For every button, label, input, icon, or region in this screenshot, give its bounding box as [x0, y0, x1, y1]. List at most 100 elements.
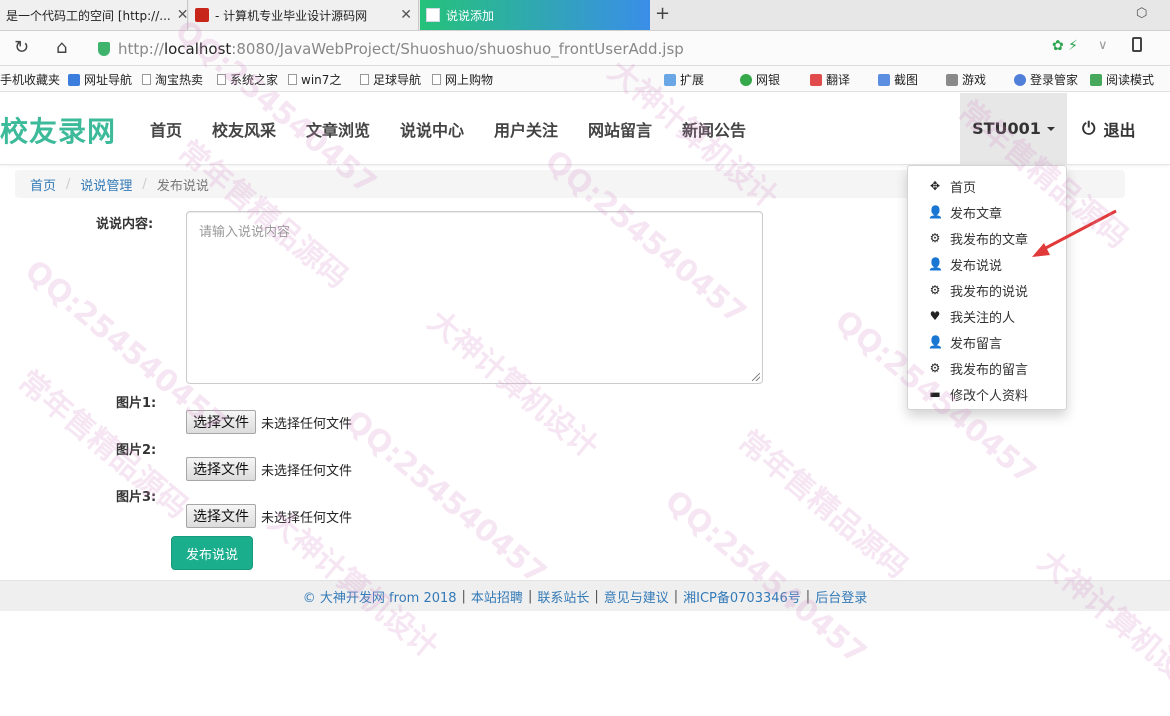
bank-icon [740, 73, 752, 86]
site-logo[interactable]: 校友录网 [0, 110, 116, 150]
site-footer: © 大神开发网 from 2018 | 本站招聘 | 联系站长 | 意见与建议 … [0, 580, 1170, 611]
tab-title: 说说添加 [446, 8, 495, 23]
page-favicon-icon [426, 8, 440, 22]
dropdown-item-my-messages[interactable]: ⚙ 我发布的留言 [908, 355, 1066, 381]
resize-handle-icon[interactable] [752, 373, 760, 381]
gear-icon: ⚙ [929, 231, 941, 245]
username: STU001 [972, 119, 1041, 138]
choose-file-button[interactable]: 选择文件 [186, 457, 256, 481]
key-icon [1014, 73, 1026, 86]
bookmark-item[interactable]: win7之 [288, 71, 341, 88]
url-field[interactable]: http://localhost:8080/JavaWebProject/Shu… [98, 38, 684, 60]
bookmark-item[interactable]: 网上购物 [432, 71, 493, 88]
footer-link-contact[interactable]: 联系站长 [537, 587, 589, 606]
page-icon [142, 74, 151, 85]
submit-button[interactable]: 发布说说 [171, 536, 253, 570]
secure-shield-icon [98, 42, 110, 56]
bookmark-item[interactable]: 手机收藏夹 [0, 71, 60, 88]
breadcrumb-separator: / [142, 176, 147, 192]
nav-articles[interactable]: 文章浏览 [306, 117, 370, 141]
user-icon: 👤 [928, 205, 943, 219]
games-menu[interactable]: 游戏 [946, 71, 986, 88]
mobile-icon[interactable] [1132, 37, 1142, 52]
page-icon [217, 74, 226, 85]
breadcrumb-separator: / [66, 176, 71, 192]
breadcrumb-section[interactable]: 说说管理 [80, 175, 132, 194]
nav-home[interactable]: 首页 [150, 117, 182, 141]
logout-label: 退出 [1103, 121, 1136, 140]
footer-link-jobs[interactable]: 本站招聘 [471, 587, 523, 606]
choose-file-button[interactable]: 选择文件 [186, 410, 256, 434]
footer-link-admin[interactable]: 后台登录 [815, 587, 867, 606]
watermark-text: 大神计算机设计 [1031, 543, 1170, 706]
bookmark-item[interactable]: 淘宝热卖 [142, 71, 203, 88]
card-icon: ▬ [929, 387, 941, 401]
bookmark-item[interactable]: 网址导航 [68, 71, 132, 88]
gamepad-icon [946, 73, 958, 86]
image1-file-input[interactable]: 选择文件 未选择任何文件 [186, 410, 352, 434]
url-path: :8080/JavaWebProject/Shuoshuo/shuoshuo_f… [231, 40, 684, 58]
dropdown-item-following[interactable]: ♥ 我关注的人 [908, 303, 1066, 329]
image3-label: 图片3: [116, 490, 157, 505]
site-favicon-icon [195, 8, 209, 22]
dropdown-item-post-message[interactable]: 👤 发布留言 [908, 329, 1066, 355]
reading-mode[interactable]: 阅读模式 [1090, 71, 1154, 88]
browser-tab-2[interactable]: - 计算机专业毕业设计源码网 ✕ [189, 0, 419, 30]
nav-icon [68, 73, 80, 86]
translate-menu[interactable]: 翻译 [810, 71, 850, 88]
puzzle-icon [664, 73, 676, 86]
page-icon [288, 74, 297, 85]
bank-menu[interactable]: 网银 [740, 71, 780, 88]
logout-button[interactable]: ⏻ 退出 [1082, 117, 1135, 141]
close-tab-icon[interactable]: ✕ [394, 7, 412, 23]
user-dropdown-menu: ✥ 首页 👤 发布文章 ⚙ 我发布的文章 👤 发布说说 ⚙ 我发布的说说 ♥ 我关注的人 👤… [907, 165, 1067, 410]
speed-icon[interactable]: ✿ ⚡ [1052, 38, 1078, 54]
browser-tab-active[interactable]: 说说添加 [420, 0, 650, 30]
scissors-icon [878, 73, 890, 86]
footer-link-icp[interactable]: 湘ICP备0703346号 [683, 587, 801, 606]
skin-icon[interactable]: ⬡ [1136, 6, 1147, 21]
nav-news[interactable]: 新闻公告 [682, 117, 746, 141]
login-manager[interactable]: 登录管家 [1014, 71, 1078, 88]
gear-icon: ⚙ [929, 283, 941, 297]
image2-file-input[interactable]: 选择文件 未选择任何文件 [186, 457, 352, 481]
choose-file-button[interactable]: 选择文件 [186, 504, 256, 528]
power-icon: ⏻ [1082, 119, 1096, 139]
nav-messages[interactable]: 网站留言 [588, 117, 652, 141]
url-prefix: http:// [118, 40, 164, 58]
user-icon: 👤 [928, 335, 943, 349]
reload-icon[interactable]: ↻ [14, 37, 29, 58]
chevron-down-icon[interactable]: ∨ [1098, 38, 1108, 53]
user-icon: 👤 [928, 257, 943, 271]
watermark-text: 常年售精品源码 [731, 423, 915, 586]
screenshot-menu[interactable]: 截图 [878, 71, 918, 88]
nav-alumni[interactable]: 校友风采 [212, 117, 276, 141]
bookmark-item[interactable]: 足球导航 [360, 71, 421, 88]
nav-shuoshuo[interactable]: 说说中心 [400, 117, 464, 141]
footer-link-feedback[interactable]: 意见与建议 [604, 587, 669, 606]
gear-icon: ⚙ [929, 361, 941, 375]
content-placeholder: 请输入说说内容 [199, 225, 291, 240]
breadcrumb-home[interactable]: 首页 [30, 175, 56, 194]
user-menu-button[interactable]: STU001 [960, 93, 1067, 164]
new-tab-icon[interactable]: + [655, 3, 670, 24]
extensions-menu[interactable]: 扩展 [664, 71, 704, 88]
file-status: 未选择任何文件 [261, 510, 353, 526]
page-icon [360, 74, 369, 85]
image3-file-input[interactable]: 选择文件 未选择任何文件 [186, 504, 352, 528]
close-tab-icon[interactable]: ✕ [171, 7, 187, 23]
image2-label: 图片2: [116, 443, 157, 458]
footer-copyright: © 大神开发网 from 2018 [302, 590, 457, 606]
dropdown-item-home[interactable]: ✥ 首页 [908, 173, 1066, 199]
dropdown-item-my-shuoshuo[interactable]: ⚙ 我发布的说说 [908, 277, 1066, 303]
bookmark-item[interactable]: 系统之家 [217, 71, 278, 88]
file-status: 未选择任何文件 [261, 416, 353, 432]
heart-icon: ♥ [929, 309, 941, 323]
annotation-arrow-icon [1032, 209, 1117, 257]
content-textarea[interactable]: 请输入说说内容 [186, 211, 763, 384]
translate-icon [810, 73, 822, 86]
dropdown-item-edit-profile[interactable]: ▬ 修改个人资料 [908, 381, 1066, 407]
browser-tab-1[interactable]: 是一个代码工的空间 [http://... ✕ [0, 0, 188, 30]
nav-follow[interactable]: 用户关注 [494, 117, 558, 141]
home-icon[interactable]: ⌂ [56, 37, 67, 58]
